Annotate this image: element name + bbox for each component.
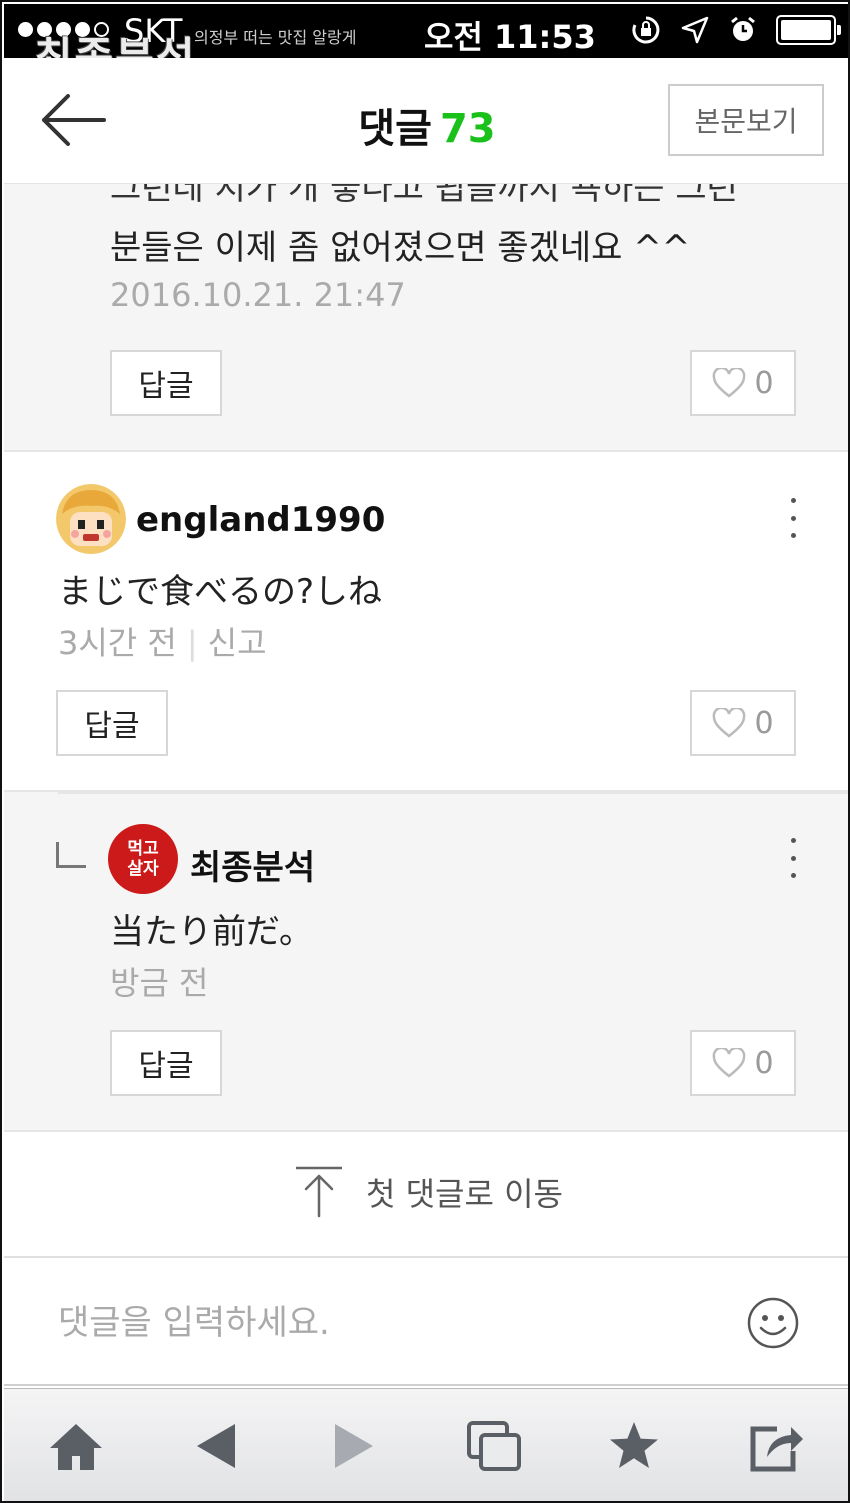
forward-icon	[335, 1424, 373, 1468]
overlay-caption: 의정부 떠는 맛집 알랑게	[194, 28, 357, 47]
alarm-icon	[731, 16, 755, 41]
view-original-button[interactable]: 본문보기	[668, 84, 824, 156]
divider	[58, 792, 848, 794]
comment-item: england1990 まじで食べるの?しね 3시간 전 | 신고 답글 0	[4, 452, 848, 792]
like-button[interactable]: 0	[690, 1030, 796, 1096]
comment-count: 73	[439, 106, 496, 152]
more-options-icon[interactable]	[783, 838, 803, 878]
comment-text: まじで食べるの?しね	[58, 572, 383, 612]
app-frame: SKT 오전 11:53 최종분석 의정부 떠는 맛집 알랑게	[0, 0, 850, 1503]
reply-indicator-icon	[56, 842, 86, 868]
reply-button[interactable]: 답글	[56, 690, 168, 756]
comment-input-bar	[4, 1260, 848, 1386]
back-icon	[197, 1424, 235, 1468]
reply-button[interactable]: 답글	[110, 350, 222, 416]
avatar[interactable]	[56, 484, 126, 554]
tabs-button[interactable]	[462, 1417, 526, 1475]
comment-text: 분들은 이제 좀 없어졌으면 좋겠네요 ^^	[110, 228, 691, 268]
heart-icon	[713, 368, 746, 398]
comments-header: 댓글 73 본문보기	[4, 58, 848, 184]
arrow-up-icon	[296, 1166, 342, 1218]
comment-time: 3시간 전	[58, 624, 177, 662]
comment-input[interactable]	[58, 1296, 698, 1350]
page-title-label: 댓글	[358, 106, 432, 152]
heart-icon	[713, 1048, 746, 1078]
like-button[interactable]: 0	[690, 350, 796, 416]
bookmark-star-icon	[610, 1422, 658, 1468]
comment-item: 그런데 지가 개 좋다고 됩을까지 욕하는 그런 분들은 이제 좀 없어졌으면 …	[4, 184, 848, 452]
share-icon	[750, 1426, 803, 1472]
like-count: 0	[754, 705, 774, 741]
avatar-text-top: 먹고	[127, 839, 159, 859]
status-icons	[630, 14, 841, 46]
reply-comment-item: 먹고 살자 최종분석 当たり前だ。 방금 전 답글 0	[4, 792, 848, 1132]
like-count: 0	[754, 365, 774, 401]
report-link[interactable]: 신고	[208, 624, 267, 662]
jump-to-first-button[interactable]: 첫 댓글로 이동	[294, 1166, 563, 1218]
location-arrow-icon	[681, 16, 709, 44]
share-button[interactable]	[744, 1417, 808, 1475]
like-count: 0	[754, 1045, 774, 1081]
home-icon	[50, 1424, 102, 1470]
jump-to-first-bar: 첫 댓글로 이동	[4, 1132, 848, 1258]
comment-author[interactable]: england1990	[136, 500, 385, 540]
rotation-lock-icon	[632, 16, 660, 44]
forward-button[interactable]	[322, 1417, 386, 1475]
comment-text: 当たり前だ。	[110, 912, 313, 952]
comment-time: 방금 전	[110, 964, 209, 1002]
heart-icon	[713, 708, 746, 738]
tabs-icon	[467, 1421, 521, 1471]
bookmark-button[interactable]	[602, 1417, 666, 1475]
comment-author[interactable]: 최종분석	[190, 840, 315, 889]
back-button[interactable]	[184, 1417, 248, 1475]
status-bar: SKT 오전 11:53 최종분석 의정부 떠는 맛집 알랑게	[4, 4, 848, 82]
like-button[interactable]: 0	[690, 690, 796, 756]
emoji-icon[interactable]	[746, 1296, 800, 1350]
battery-icon	[776, 15, 841, 45]
avatar-text-bottom: 살자	[127, 859, 159, 879]
comment-timestamp: 2016.10.21. 21:47	[110, 276, 406, 314]
avatar[interactable]: 먹고 살자	[108, 824, 178, 894]
comment-meta: 3시간 전 | 신고	[58, 618, 267, 664]
reply-button[interactable]: 답글	[110, 1030, 222, 1096]
meta-divider: |	[186, 624, 198, 662]
browser-toolbar	[4, 1388, 848, 1501]
more-options-icon[interactable]	[783, 498, 803, 538]
home-button[interactable]	[44, 1417, 108, 1475]
jump-to-first-label: 첫 댓글로 이동	[366, 1175, 563, 1213]
cartoon-face-avatar-icon	[56, 484, 126, 554]
comment-text-cut: 그런데 지가 개 좋다고 됩을까지 욕하는 그런	[110, 184, 738, 208]
clock: 오전 11:53	[424, 18, 596, 56]
